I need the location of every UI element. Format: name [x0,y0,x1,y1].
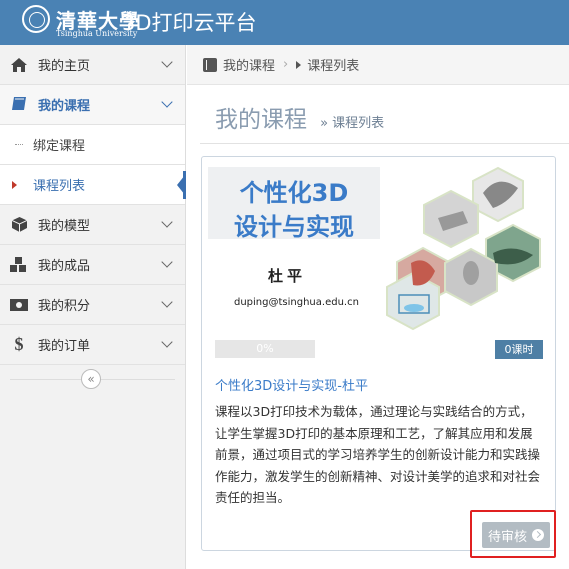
sidebar-subitem-bind-course[interactable]: 绑定课程 [0,125,185,165]
active-marker [177,175,185,195]
tsinghua-seal-icon [22,5,50,33]
sidebar-item-label: 我的积分 [38,299,91,314]
sidebar: 我的主页 我的课程 绑定课程 课程列表 我的模型 我的成品 我的积分 $ 我的订… [0,45,186,569]
sidebar-item-label: 我的成品 [38,259,91,274]
progress-bar: 0% [215,340,315,358]
sidebar-item-my-models[interactable]: 我的模型 [0,205,185,245]
cover-email: duping@tsinghua.edu.cn [234,297,359,308]
page-subtitle: » 课程列表 [320,116,385,131]
dollar-icon: $ [14,334,24,354]
sidebar-item-home[interactable]: 我的主页 [0,45,185,85]
course-card[interactable]: 个性化3D 设计与实现 杜平 duping@tsinghua.edu.cn 0%… [201,156,556,551]
cubes-icon [0,257,38,272]
chevron-down-icon [161,56,173,68]
cover-title-line2: 设计与实现 [234,213,354,241]
chevron-down-icon [161,216,173,228]
double-chevron-left-icon[interactable]: « [81,369,101,389]
chevron-down-icon [161,96,173,108]
sidebar-item-label: 我的订单 [38,339,91,354]
course-cover-image[interactable]: 个性化3D 设计与实现 杜平 duping@tsinghua.edu.cn [208,163,548,331]
breadcrumb-current: 课程列表 [307,59,360,74]
breadcrumb: 我的课程 › 课程列表 [187,45,569,85]
sidebar-item-my-points[interactable]: 我的积分 [0,285,185,325]
sidebar-subitem-course-list[interactable]: 课程列表 [0,165,186,205]
breadcrumb-separator-icon: › [283,57,289,72]
course-description: 课程以3D打印技术为载体，通过理论与实践结合的方式，让学生掌握3D打印的基本原理… [215,404,541,505]
book-icon [0,97,38,112]
sidebar-item-my-products[interactable]: 我的成品 [0,245,185,285]
cover-author: 杜平 [268,267,307,285]
chevron-down-icon [161,336,173,348]
cover-title-line1: 个性化3D [239,179,349,207]
sidebar-subitem-label: 绑定课程 [33,139,86,154]
divider [200,143,569,144]
sidebar-subitem-label: 课程列表 [33,179,86,194]
hours-badge: 0课时 [495,340,543,359]
annotation-highlight-box [470,510,556,558]
cover-illustration [386,166,541,331]
page-header: 我的课程 » 课程列表 [215,100,384,134]
sidebar-item-label: 我的主页 [38,59,91,74]
cube-icon [0,217,38,232]
page-title: 我的课程 [215,107,307,133]
top-bar: 清華大學 Tsinghua University 3D打印云平台 [0,0,569,45]
sidebar-item-label: 我的模型 [38,219,91,234]
caret-right-icon [12,181,17,189]
breadcrumb-root[interactable]: 我的课程 [223,55,275,74]
app-title: 3D打印云平台 [122,11,257,35]
sidebar-item-my-courses[interactable]: 我的课程 [0,85,185,125]
sidebar-collapse-bar: « [0,365,185,397]
progress-text: 0% [256,342,274,355]
money-icon [0,298,38,311]
course-title-link[interactable]: 个性化3D设计与实现-杜平 [215,375,368,394]
caret-right-icon [296,60,302,69]
home-icon [0,57,38,72]
chevron-down-icon [161,296,173,308]
sidebar-item-my-orders[interactable]: $ 我的订单 [0,325,185,365]
book-icon [203,57,217,72]
chevron-down-icon [161,256,173,268]
sidebar-item-label: 我的课程 [38,99,91,114]
